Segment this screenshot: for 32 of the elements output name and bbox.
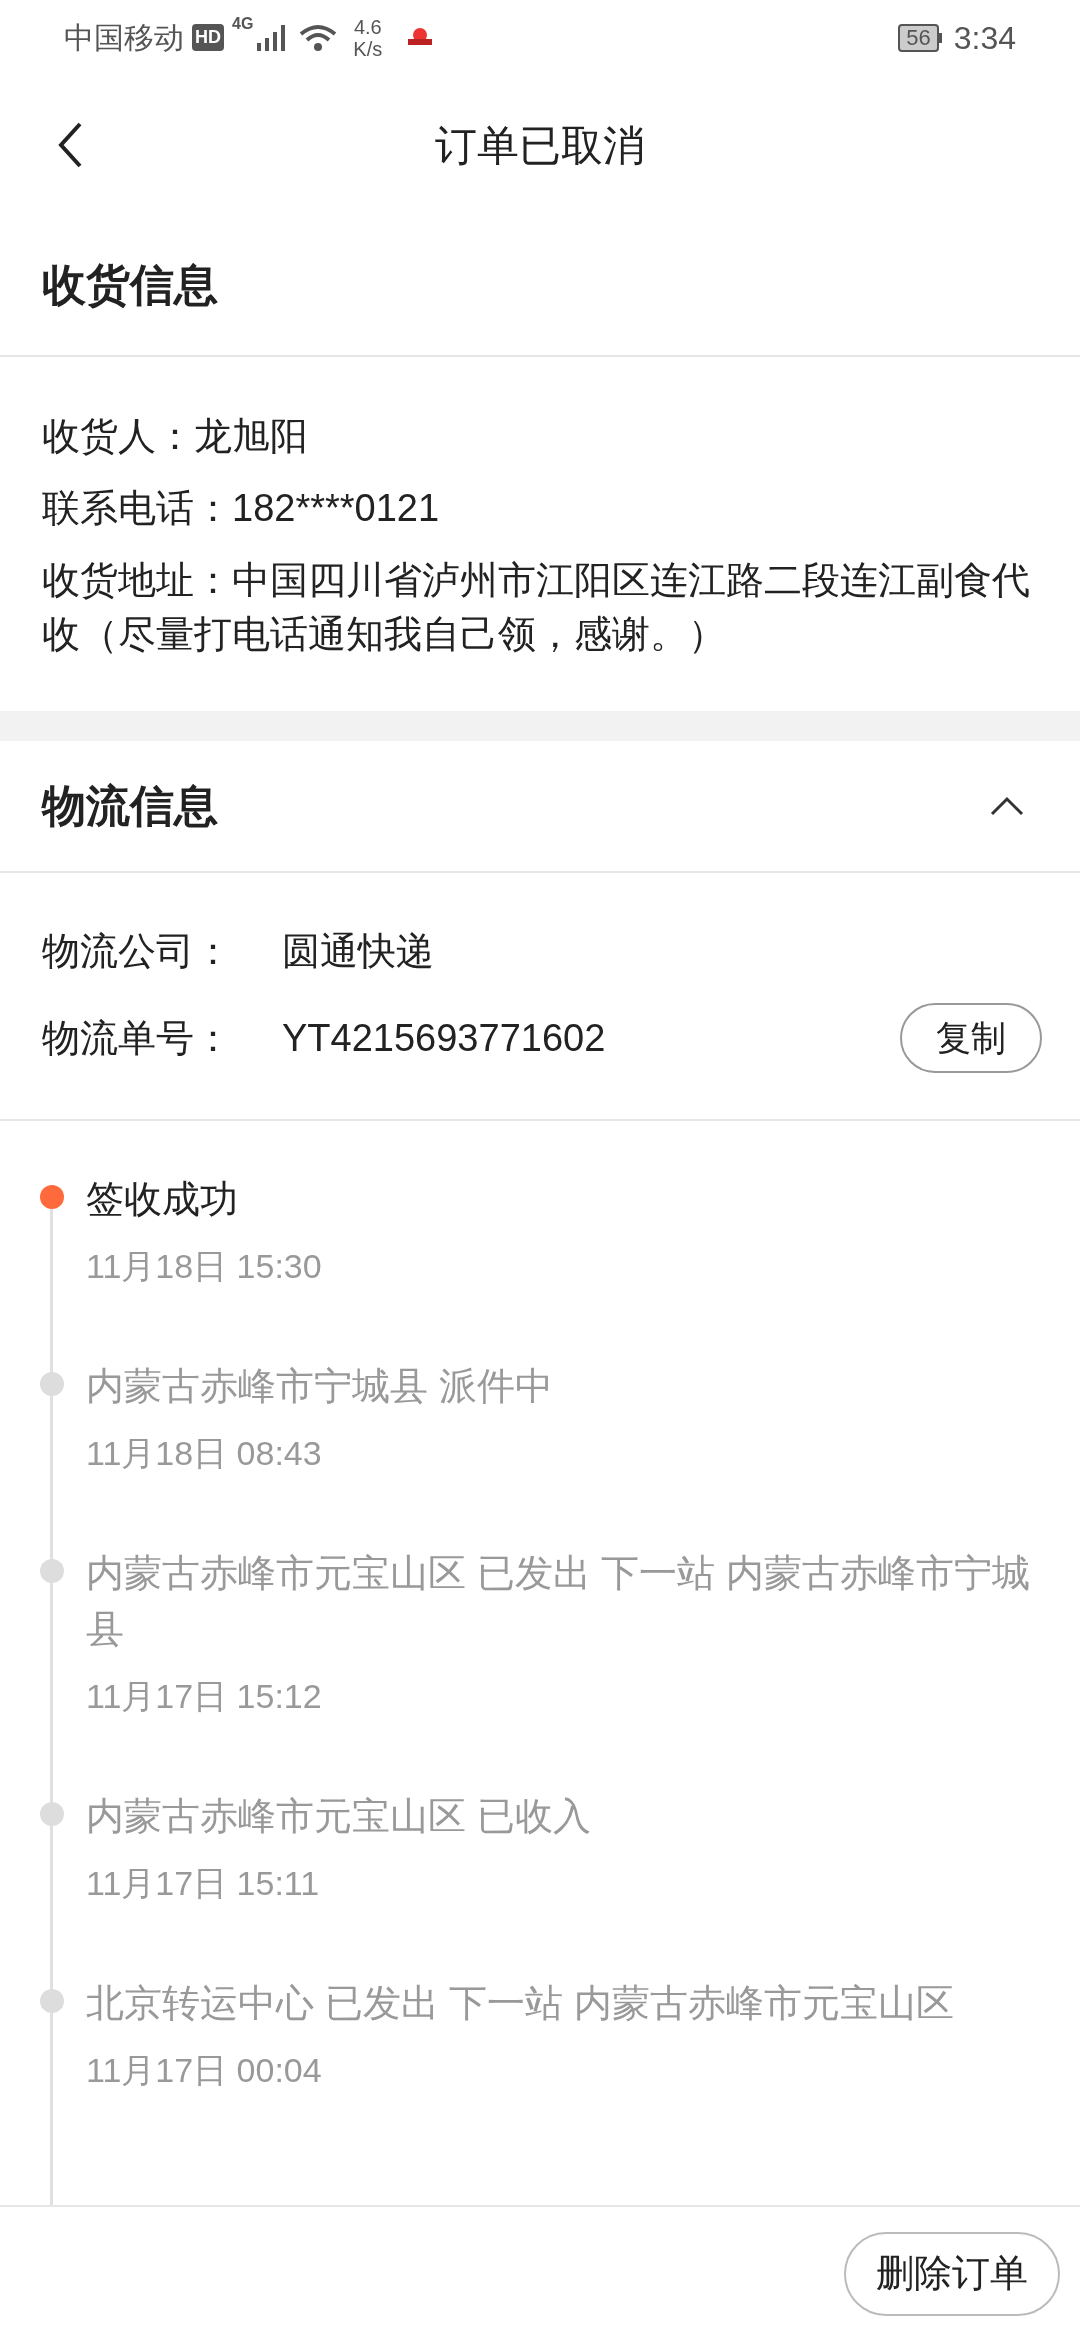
timeline-event: 内蒙古赤峰市宁城县 派件中: [86, 1364, 554, 1409]
carrier: 中国移动: [64, 20, 184, 56]
back-icon: [58, 122, 82, 168]
logistics-header[interactable]: 物流信息: [0, 741, 1080, 873]
timeline-event: 签收成功: [86, 1177, 239, 1222]
timeline-time: 11月17日 00:04: [86, 2050, 323, 2091]
hd-badge: HD: [192, 24, 224, 51]
speed-value: 4.6: [353, 15, 382, 38]
clock: 3:34: [953, 18, 1016, 58]
company-label: 物流公司：: [42, 928, 233, 974]
section-title: 收货信息: [42, 259, 218, 311]
delete-order-button[interactable]: 删除订单: [844, 2231, 1060, 2316]
page-title: 订单已取消: [435, 120, 645, 171]
tracking-label: 物流单号：: [42, 1015, 233, 1061]
receiver-info: 收货地址：中国四川省泸州市江阳区连江路二段连江副食代收（尽量打电话通知我自己领，感谢。）: [42, 558, 1031, 657]
network-type: 4G: [232, 14, 254, 34]
timeline-time: 11月18日 08:43: [86, 1433, 323, 1474]
speed-unit: K/s: [353, 37, 383, 60]
receiver-info: 收货人：龙旭阳: [42, 414, 309, 459]
signal-icon: [257, 24, 288, 51]
timeline-time: 11月18日 15:30: [86, 1246, 323, 1287]
copy-button[interactable]: 复制: [900, 1003, 1042, 1073]
receiver-info: 联系电话：182****0121: [42, 486, 441, 531]
timeline-event: 内蒙古赤峰市元宝山区 已收入: [86, 1794, 592, 1839]
wifi-icon: [299, 23, 338, 52]
timeline-time: 11月17日 15:11: [86, 1863, 321, 1904]
timeline-event: 北京转运中心 已发出 下一站 内蒙古赤峰市元宝山区: [86, 1981, 955, 2026]
tracking-number: YT4215693771602: [282, 1015, 607, 1061]
timeline-time: 11月17日 15:12: [86, 1676, 323, 1717]
company-name: 圆通快递: [282, 928, 434, 974]
timeline-event: 内蒙古赤峰市元宝山区 已发出 下一站 内蒙古赤峰市宁城县: [86, 1551, 1030, 1652]
battery-icon: 56: [898, 23, 942, 52]
